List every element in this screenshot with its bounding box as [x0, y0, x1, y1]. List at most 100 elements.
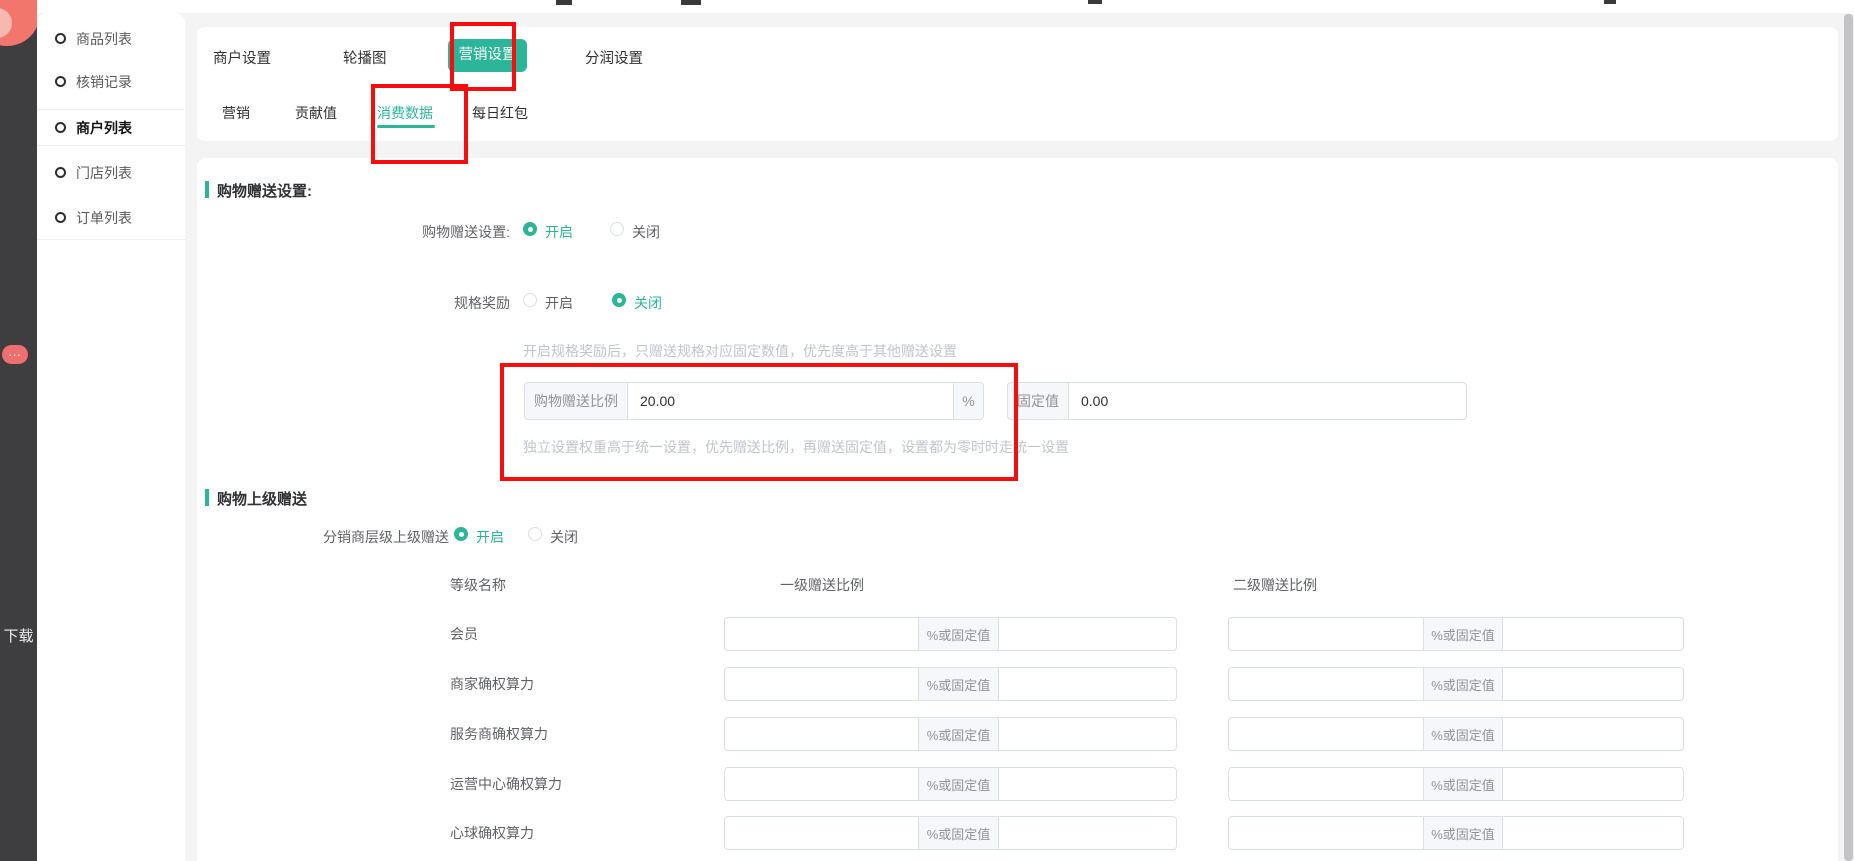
tier2-ratio-input[interactable]	[1228, 816, 1424, 850]
gift-setting-radio-on[interactable]	[523, 222, 537, 236]
tier1-ratio-input[interactable]	[724, 816, 919, 850]
annotation-box-ratio-inputs	[500, 363, 1018, 481]
section-title-upline-gift: 购物上级赠送	[217, 488, 307, 509]
subtab-daily-redpacket[interactable]: 每日红包	[472, 103, 528, 123]
tier2-input-group: %或固定值	[1228, 667, 1684, 701]
tab-profit-settings[interactable]: 分润设置	[585, 47, 643, 68]
tier2-input-group: %或固定值	[1228, 816, 1684, 850]
tier2-ratio-input[interactable]	[1228, 767, 1424, 801]
table-header-tier1-ratio: 一级赠送比例	[780, 575, 864, 595]
tier2-fixed-input[interactable]	[1502, 717, 1684, 751]
tier2-fixed-input[interactable]	[1502, 816, 1684, 850]
tier2-ratio-input[interactable]	[1228, 617, 1424, 651]
tier2-input-group: %或固定值	[1228, 717, 1684, 751]
tier1-ratio-input[interactable]	[724, 667, 919, 701]
sidebar-item-label: 核销记录	[76, 72, 132, 92]
sidebar-item-label: 商品列表	[76, 29, 132, 49]
tier1-ratio-input[interactable]	[724, 617, 919, 651]
divider-label: %或固定值	[1423, 767, 1503, 801]
divider-label: %或固定值	[918, 617, 999, 651]
sidebar-item-store-list[interactable]: 门店列表	[37, 151, 185, 194]
tier1-fixed-input[interactable]	[998, 667, 1177, 701]
sidebar-item-order-list[interactable]: 订单列表	[37, 196, 185, 240]
upline-gift-label: 分销商层级上级赠送	[250, 527, 449, 547]
divider-label: %或固定值	[1423, 617, 1503, 651]
tier1-fixed-input[interactable]	[998, 717, 1177, 751]
window-text-fragment	[1604, 0, 1616, 4]
divider-label: %或固定值	[918, 717, 999, 751]
tab-carousel[interactable]: 轮播图	[343, 47, 387, 68]
circle-icon	[55, 76, 66, 87]
tier2-fixed-input[interactable]	[1502, 667, 1684, 701]
sidebar-item-merchant-list[interactable]: 商户列表	[37, 109, 185, 146]
tier1-input-group: %或固定值	[724, 667, 1177, 701]
divider-label: %或固定值	[1423, 667, 1503, 701]
tier1-fixed-input[interactable]	[998, 816, 1177, 850]
spec-reward-radio-on[interactable]	[523, 293, 537, 307]
row-label: 会员	[450, 617, 478, 651]
sidebar-item-label: 订单列表	[76, 208, 132, 228]
tier1-input-group: %或固定值	[724, 617, 1177, 651]
tier2-input-group: %或固定值	[1228, 767, 1684, 801]
more-button[interactable]: ...	[2, 345, 28, 364]
vertical-scrollbar[interactable]	[1844, 14, 1853, 861]
sidebar-item-label: 门店列表	[76, 163, 132, 183]
row-label: 服务商确权算力	[450, 717, 548, 751]
tier2-ratio-input[interactable]	[1228, 667, 1424, 701]
divider-label: %或固定值	[918, 667, 999, 701]
tier1-input-group: %或固定值	[724, 717, 1177, 751]
app-screen: ... 下载 商品列表 核销记录 商户列表 门店列表 订单列表 商户设置 轮播图…	[0, 0, 1854, 861]
upline-gift-radio-off[interactable]	[528, 527, 542, 541]
section-accent-bar	[205, 489, 209, 506]
tier2-fixed-input[interactable]	[1502, 617, 1684, 651]
upline-gift-radio-off-label[interactable]: 关闭	[550, 527, 578, 547]
spec-reward-hint: 开启规格奖励后，只赠送规格对应固定数值，优先度高于其他赠送设置	[523, 341, 957, 361]
window-text-fragment	[681, 0, 701, 5]
tier1-fixed-input[interactable]	[998, 767, 1177, 801]
divider-label: %或固定值	[1423, 816, 1503, 850]
gift-setting-radio-on-label[interactable]: 开启	[545, 222, 573, 242]
spec-reward-radio-off[interactable]	[612, 293, 626, 307]
left-rail: ... 下载	[0, 0, 37, 861]
window-top-strip	[0, 0, 1854, 13]
subtab-contribution[interactable]: 贡献值	[295, 103, 337, 123]
divider-label: %或固定值	[918, 767, 999, 801]
section-accent-bar	[205, 181, 209, 198]
fixed-input[interactable]	[1068, 382, 1467, 420]
section-title-gift-settings: 购物赠送设置:	[217, 180, 312, 201]
sidebar-item-goods-list[interactable]: 商品列表	[37, 17, 185, 60]
table-header-tier2-ratio: 二级赠送比例	[1233, 575, 1317, 595]
sidebar-item-label: 商户列表	[76, 118, 132, 138]
subtab-marketing[interactable]: 营销	[222, 103, 250, 123]
circle-icon	[55, 167, 66, 178]
row-label: 商家确权算力	[450, 667, 534, 701]
window-text-fragment	[556, 0, 572, 5]
download-button[interactable]: 下载	[0, 625, 37, 646]
spec-reward-radio-off-label[interactable]: 关闭	[634, 293, 662, 313]
circle-icon	[55, 122, 66, 133]
upline-gift-radio-on-label[interactable]: 开启	[476, 527, 504, 547]
divider-label: %或固定值	[918, 816, 999, 850]
spec-reward-radio-on-label[interactable]: 开启	[545, 293, 573, 313]
annotation-box-consumption-subtab	[371, 84, 468, 164]
tier2-ratio-input[interactable]	[1228, 717, 1424, 751]
tab-merchant-settings[interactable]: 商户设置	[213, 47, 271, 68]
tier1-fixed-input[interactable]	[998, 617, 1177, 651]
table-header-level-name: 等级名称	[450, 575, 506, 595]
sidebar: 商品列表 核销记录 商户列表 门店列表 订单列表	[37, 13, 185, 861]
fixed-input-group: 固定值	[1007, 382, 1467, 420]
sidebar-item-writeoff-records[interactable]: 核销记录	[37, 60, 185, 103]
gift-setting-radio-off[interactable]	[610, 222, 624, 236]
tier1-ratio-input[interactable]	[724, 717, 919, 751]
form-card	[197, 158, 1838, 861]
gift-setting-radio-off-label[interactable]: 关闭	[632, 222, 660, 242]
circle-icon	[55, 212, 66, 223]
tier1-input-group: %或固定值	[724, 767, 1177, 801]
tier2-input-group: %或固定值	[1228, 617, 1684, 651]
row-label: 心球确权算力	[450, 816, 534, 850]
row-label: 运营中心确权算力	[450, 767, 562, 801]
window-text-fragment	[1088, 0, 1102, 4]
upline-gift-radio-on[interactable]	[454, 527, 468, 541]
tier2-fixed-input[interactable]	[1502, 767, 1684, 801]
tier1-ratio-input[interactable]	[724, 767, 919, 801]
